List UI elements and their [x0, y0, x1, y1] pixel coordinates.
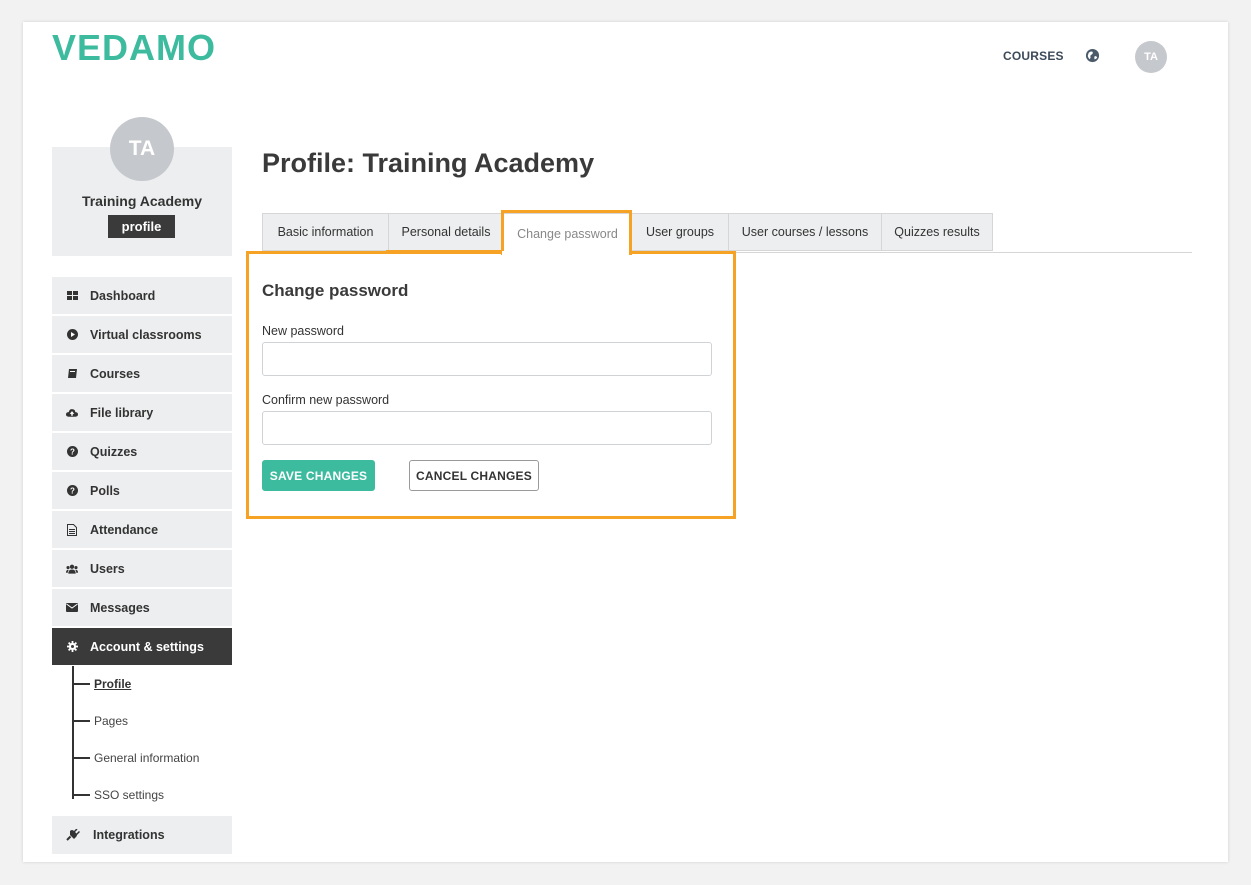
- sidebar-item-label: Courses: [90, 366, 141, 381]
- sidebar-item-label: File library: [90, 405, 154, 420]
- vedamo-logo[interactable]: VEDAMO: [52, 30, 232, 64]
- envelope-icon: [66, 602, 78, 614]
- sidebar-item-label: Account & settings: [90, 639, 204, 654]
- page-title: Profile: Training Academy: [262, 148, 595, 178]
- profile-tabs: Basic information Personal details Chang…: [262, 213, 993, 253]
- sidebar-item-polls[interactable]: ? Polls: [52, 472, 232, 509]
- save-changes-button[interactable]: SAVE CHANGES: [262, 460, 375, 491]
- tree-branch: [72, 794, 90, 796]
- play-circle-icon: [66, 329, 78, 341]
- submenu-item-sso-settings[interactable]: SSO settings: [72, 787, 164, 803]
- grid-icon: [66, 290, 78, 302]
- sidebar-item-courses[interactable]: Courses: [52, 355, 232, 392]
- sidebar-menu: Dashboard Virtual classrooms Courses Fil…: [52, 277, 232, 667]
- change-password-heading: Change password: [262, 281, 409, 300]
- tab-change-password[interactable]: Change password: [503, 213, 631, 253]
- tabs-divider: [262, 252, 1192, 253]
- sidebar-item-label: Messages: [90, 600, 150, 615]
- account-settings-submenu: Profile Pages General information SSO se…: [52, 666, 232, 816]
- nav-courses-link[interactable]: COURSES: [1003, 49, 1064, 63]
- users-icon: [66, 563, 78, 575]
- confirm-password-label: Confirm new password: [262, 393, 390, 407]
- plug-icon: [66, 829, 80, 841]
- logo-text: VEDAMO: [52, 30, 216, 64]
- question-circle-icon: ?: [66, 446, 78, 458]
- svg-text:?: ?: [70, 487, 75, 496]
- profile-avatar: TA: [110, 117, 174, 181]
- new-password-label: New password: [262, 324, 344, 338]
- profile-badge: profile: [108, 215, 175, 238]
- submenu-item-label: General information: [94, 751, 200, 765]
- submenu-item-label: Pages: [94, 714, 129, 728]
- tree-branch: [72, 757, 90, 759]
- sidebar-item-label: Dashboard: [90, 288, 156, 303]
- tab-basic-information[interactable]: Basic information: [262, 213, 388, 251]
- svg-text:?: ?: [70, 448, 75, 457]
- document-icon: [66, 523, 78, 536]
- gear-icon: [66, 641, 78, 653]
- globe-icon[interactable]: [1085, 48, 1100, 63]
- tab-quizzes-results[interactable]: Quizzes results: [881, 213, 993, 251]
- sidebar-item-virtual-classrooms[interactable]: Virtual classrooms: [52, 316, 232, 353]
- sidebar-item-label: Polls: [90, 483, 120, 498]
- sidebar-item-file-library[interactable]: File library: [52, 394, 232, 431]
- confirm-password-input[interactable]: [262, 411, 712, 445]
- sidebar-item-attendance[interactable]: Attendance: [52, 511, 232, 548]
- submenu-item-label: Profile: [94, 677, 132, 691]
- highlight-tab-gap: [502, 251, 629, 255]
- sidebar-item-label: Quizzes: [90, 444, 138, 459]
- sidebar-item-integrations[interactable]: Integrations: [52, 816, 232, 854]
- sidebar-item-dashboard[interactable]: Dashboard: [52, 277, 232, 314]
- sidebar-item-label: Virtual classrooms: [90, 327, 202, 342]
- new-password-input[interactable]: [262, 342, 712, 376]
- sidebar-item-label: Integrations: [93, 828, 165, 842]
- book-icon: [66, 368, 78, 380]
- sidebar-item-messages[interactable]: Messages: [52, 589, 232, 626]
- sidebar-item-quizzes[interactable]: ? Quizzes: [52, 433, 232, 470]
- cloud-upload-icon: [66, 407, 78, 419]
- sidebar-item-users[interactable]: Users: [52, 550, 232, 587]
- sidebar-item-label: Attendance: [90, 522, 159, 537]
- sidebar-item-label: Users: [90, 561, 125, 576]
- tree-branch: [72, 683, 90, 685]
- tree-branch: [72, 720, 90, 722]
- tab-user-courses-lessons[interactable]: User courses / lessons: [728, 213, 881, 251]
- user-avatar[interactable]: TA: [1135, 41, 1167, 73]
- cancel-changes-button[interactable]: CANCEL CHANGES: [409, 460, 539, 491]
- submenu-item-profile[interactable]: Profile: [72, 676, 131, 692]
- profile-name: Training Academy: [81, 193, 203, 209]
- question-circle-icon: ?: [66, 485, 78, 497]
- submenu-item-label: SSO settings: [94, 788, 165, 802]
- tab-user-groups[interactable]: User groups: [631, 213, 728, 251]
- tab-personal-details[interactable]: Personal details: [388, 213, 503, 251]
- submenu-item-pages[interactable]: Pages: [72, 713, 128, 729]
- submenu-item-general-information[interactable]: General information: [72, 750, 199, 766]
- sidebar-item-account-settings[interactable]: Account & settings: [52, 628, 232, 665]
